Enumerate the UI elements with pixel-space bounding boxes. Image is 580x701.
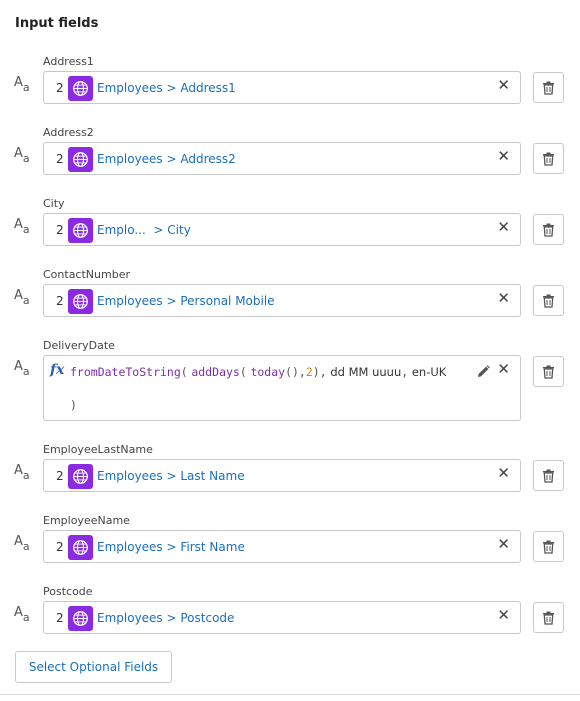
- close-icon[interactable]: ✕: [497, 537, 510, 552]
- close-icon[interactable]: ✕: [497, 78, 510, 93]
- delete-field-button[interactable]: [533, 285, 564, 316]
- paren: (: [180, 365, 188, 379]
- close-icon[interactable]: ✕: [497, 149, 510, 164]
- ref-index: 2: [56, 611, 64, 625]
- field-label: DeliveryDate: [43, 339, 115, 352]
- globe-icon: [68, 535, 93, 560]
- text-type-icon: Aa: [14, 605, 30, 624]
- trash-icon: [543, 540, 554, 554]
- function-icon: fx: [50, 362, 65, 378]
- delete-field-button[interactable]: [533, 214, 564, 245]
- field-input[interactable]: 2 Employees > Address2 ✕: [43, 142, 521, 175]
- function-name: fromDateToString: [70, 365, 181, 379]
- delete-field-button[interactable]: [533, 460, 564, 491]
- delete-field-button[interactable]: [533, 602, 564, 633]
- ref-text: Employees > Last Name: [97, 469, 245, 483]
- delete-field-button[interactable]: [533, 356, 564, 387]
- ref-index: 2: [56, 152, 64, 166]
- ref-index: 2: [56, 540, 64, 554]
- field-input[interactable]: 2 Employees > Last Name ✕: [43, 459, 521, 492]
- close-icon[interactable]: ✕: [497, 291, 510, 306]
- field-label: EmployeeName: [43, 514, 130, 527]
- function-name: addDays: [191, 365, 240, 379]
- delete-field-button[interactable]: [533, 72, 564, 103]
- field-input[interactable]: 2 Employees > Address1 ✕: [43, 71, 521, 104]
- comma: ,: [319, 365, 327, 379]
- field-label: ContactNumber: [43, 268, 130, 281]
- closing-paren: ): [70, 398, 77, 412]
- text-type-icon: Aa: [14, 146, 30, 165]
- text-type-icon: Aa: [14, 359, 30, 378]
- close-icon[interactable]: ✕: [497, 466, 510, 481]
- trash-icon: [543, 294, 554, 308]
- trash-icon: [543, 365, 554, 379]
- trash-icon: [543, 81, 554, 95]
- select-optional-fields-button[interactable]: Select Optional Fields: [15, 651, 172, 683]
- field-input[interactable]: 2 Employees > First Name ✕: [43, 530, 521, 563]
- trash-icon: [543, 611, 554, 625]
- globe-icon: [68, 76, 93, 101]
- text-type-icon: Aa: [14, 288, 30, 307]
- field-label: City: [43, 197, 65, 210]
- formula-expression: fromDateToString( addDays( today(),2), d…: [70, 365, 446, 379]
- panel-title: Input fields: [15, 16, 99, 31]
- globe-icon: [68, 464, 93, 489]
- delete-field-button[interactable]: [533, 143, 564, 174]
- field-label: EmployeeLastName: [43, 443, 153, 456]
- field-label: Address2: [43, 126, 94, 139]
- paren: (: [239, 365, 247, 379]
- ref-index: 2: [56, 469, 64, 483]
- ref-index: 2: [56, 223, 64, 237]
- formula-input[interactable]: fx fromDateToString( addDays( today(),2)…: [43, 355, 521, 421]
- input-fields-panel: Input fields Address1 Aa 2 Employees > A…: [0, 0, 580, 701]
- panel-bottom-border: [0, 694, 580, 695]
- text-type-icon: Aa: [14, 534, 30, 553]
- globe-icon: [68, 218, 93, 243]
- function-name: today: [250, 365, 286, 379]
- field-label: Postcode: [43, 585, 93, 598]
- close-icon[interactable]: ✕: [497, 220, 510, 235]
- paren: ): [312, 365, 320, 379]
- ref-text: Employees > Postcode: [97, 611, 235, 625]
- ref-text: Emplo... > City: [97, 223, 191, 237]
- comma: ,: [298, 365, 306, 379]
- trash-icon: [543, 223, 554, 237]
- field-input[interactable]: 2 Employees > Postcode ✕: [43, 601, 521, 634]
- ref-text: Employees > Address2: [97, 152, 236, 166]
- paren: (): [285, 365, 299, 379]
- trash-icon: [543, 152, 554, 166]
- text-type-icon: Aa: [14, 463, 30, 482]
- text-type-icon: Aa: [14, 217, 30, 236]
- field-label: Address1: [43, 55, 94, 68]
- ref-index: 2: [56, 81, 64, 95]
- format-literal: dd MM uuuu: [330, 365, 402, 379]
- comma: ,: [401, 365, 409, 379]
- ref-text: Employees > Personal Mobile: [97, 294, 275, 308]
- globe-icon: [68, 606, 93, 631]
- close-icon[interactable]: ✕: [497, 362, 510, 377]
- text-type-icon: Aa: [14, 75, 30, 94]
- globe-icon: [68, 289, 93, 314]
- globe-icon: [68, 147, 93, 172]
- number-literal: 2: [305, 365, 313, 379]
- ref-text: Employees > Address1: [97, 81, 236, 95]
- ref-index: 2: [56, 294, 64, 308]
- pencil-icon[interactable]: [477, 363, 490, 382]
- ref-text: Employees > First Name: [97, 540, 245, 554]
- field-input[interactable]: 2 Emplo... > City ✕: [43, 213, 521, 246]
- close-icon[interactable]: ✕: [497, 608, 510, 623]
- trash-icon: [543, 469, 554, 483]
- locale-literal: en-UK: [411, 365, 447, 379]
- delete-field-button[interactable]: [533, 531, 564, 562]
- field-input[interactable]: 2 Employees > Personal Mobile ✕: [43, 284, 521, 317]
